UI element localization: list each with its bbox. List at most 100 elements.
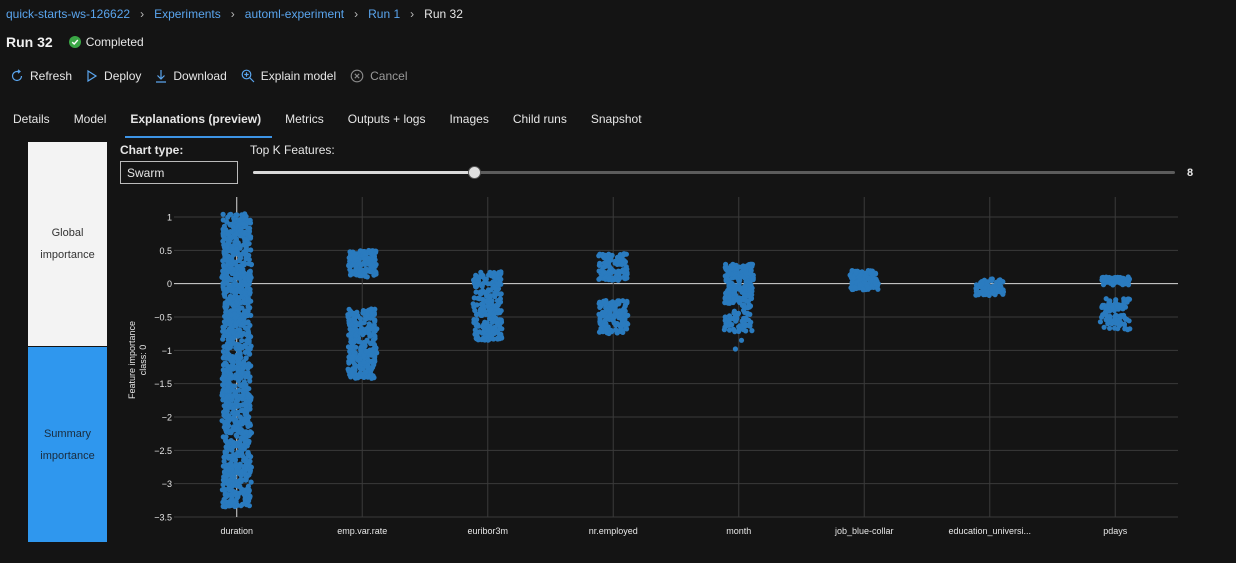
data-point <box>361 249 367 255</box>
checkmark-icon <box>68 36 81 48</box>
data-point <box>227 478 233 484</box>
run-header: Run 32 Completed <box>6 34 144 50</box>
top-k-label: Top K Features: <box>250 143 335 157</box>
data-point <box>248 234 254 240</box>
data-point <box>478 269 484 275</box>
data-point <box>224 403 230 409</box>
tab-images[interactable]: Images <box>436 108 499 136</box>
data-point <box>220 217 226 223</box>
data-point <box>743 328 749 334</box>
data-point <box>598 325 604 331</box>
data-point <box>223 309 229 315</box>
data-point <box>242 349 248 355</box>
tab-child-runs[interactable]: Child runs <box>500 108 578 136</box>
breadcrumb-parent-run[interactable]: Run 1 <box>368 7 400 21</box>
data-point <box>244 408 250 415</box>
data-point <box>230 223 236 229</box>
y-tick-label: −3 <box>162 479 172 489</box>
data-point <box>241 231 248 237</box>
chart-type-dropdown[interactable]: Swarm <box>120 161 238 184</box>
data-point <box>852 285 858 291</box>
data-point <box>221 486 227 492</box>
data-point <box>240 387 246 394</box>
data-point <box>222 273 228 279</box>
data-point <box>233 392 239 398</box>
y-tick-label: −3.5 <box>154 513 172 523</box>
tab-outputs-logs[interactable]: Outputs + logs <box>335 108 437 136</box>
data-point <box>750 277 756 283</box>
data-point <box>246 453 252 459</box>
data-point <box>246 273 252 279</box>
data-point <box>485 327 491 333</box>
breadcrumb-workspace[interactable]: quick-starts-ws-126622 <box>6 7 130 21</box>
breadcrumb-experiment[interactable]: automl-experiment <box>245 7 344 21</box>
tab-details[interactable]: Details <box>0 108 61 136</box>
summary-importance-button[interactable]: Summary importance <box>28 347 107 542</box>
data-point <box>499 326 505 332</box>
data-point <box>220 382 226 388</box>
data-point <box>736 324 742 330</box>
data-point <box>246 218 252 224</box>
tab-model[interactable]: Model <box>61 108 118 136</box>
tab-metrics[interactable]: Metrics <box>272 108 335 136</box>
tab-explanations[interactable]: Explanations (preview) <box>117 108 272 138</box>
data-point <box>1122 326 1128 332</box>
refresh-button[interactable]: Refresh <box>10 69 72 83</box>
data-point <box>747 286 753 292</box>
data-point <box>226 316 232 322</box>
data-point <box>604 330 610 336</box>
data-point <box>606 275 612 281</box>
data-point <box>220 503 226 509</box>
data-point <box>735 311 741 317</box>
cancel-button[interactable]: Cancel <box>350 69 408 83</box>
deploy-button[interactable]: Deploy <box>86 69 141 83</box>
data-point <box>1102 310 1108 316</box>
data-point <box>226 380 232 386</box>
data-point <box>862 279 868 285</box>
data-point <box>985 279 991 285</box>
data-point <box>238 354 244 361</box>
data-point <box>347 326 353 332</box>
explain-model-button[interactable]: Explain model <box>241 69 336 83</box>
data-point <box>224 440 230 446</box>
data-point <box>738 273 745 279</box>
data-point <box>348 339 354 345</box>
data-point <box>742 309 748 315</box>
data-point <box>236 295 242 301</box>
data-point <box>224 244 230 250</box>
data-point <box>614 261 620 267</box>
top-k-slider[interactable] <box>253 163 1175 181</box>
data-point <box>220 280 226 287</box>
data-point <box>232 315 239 321</box>
data-point <box>479 302 485 308</box>
global-importance-button[interactable]: Global importance <box>28 142 107 346</box>
data-point <box>734 297 740 303</box>
slider-thumb[interactable] <box>468 166 482 179</box>
data-point <box>231 406 237 412</box>
x-tick-label: duration <box>220 526 253 536</box>
data-point <box>618 310 624 316</box>
data-point <box>1114 320 1120 326</box>
breadcrumb-experiments[interactable]: Experiments <box>154 7 221 21</box>
tab-snapshot[interactable]: Snapshot <box>578 108 653 136</box>
data-point <box>482 276 488 282</box>
data-point <box>241 446 247 452</box>
data-point <box>743 315 749 321</box>
data-point <box>747 271 754 277</box>
data-point <box>352 363 358 369</box>
data-point <box>231 289 237 295</box>
download-button[interactable]: Download <box>155 69 227 83</box>
breadcrumb: quick-starts-ws-126622 › Experiments › a… <box>6 6 463 22</box>
y-tick-label: −1.5 <box>154 379 172 389</box>
download-icon <box>156 70 167 83</box>
data-point <box>353 251 359 257</box>
data-point <box>229 415 236 422</box>
data-point <box>222 449 228 455</box>
data-point <box>243 474 250 480</box>
data-point <box>242 300 248 306</box>
download-label: Download <box>173 69 227 83</box>
data-point <box>497 296 503 302</box>
data-point <box>357 316 364 322</box>
data-point <box>229 328 235 334</box>
data-point <box>370 346 376 352</box>
